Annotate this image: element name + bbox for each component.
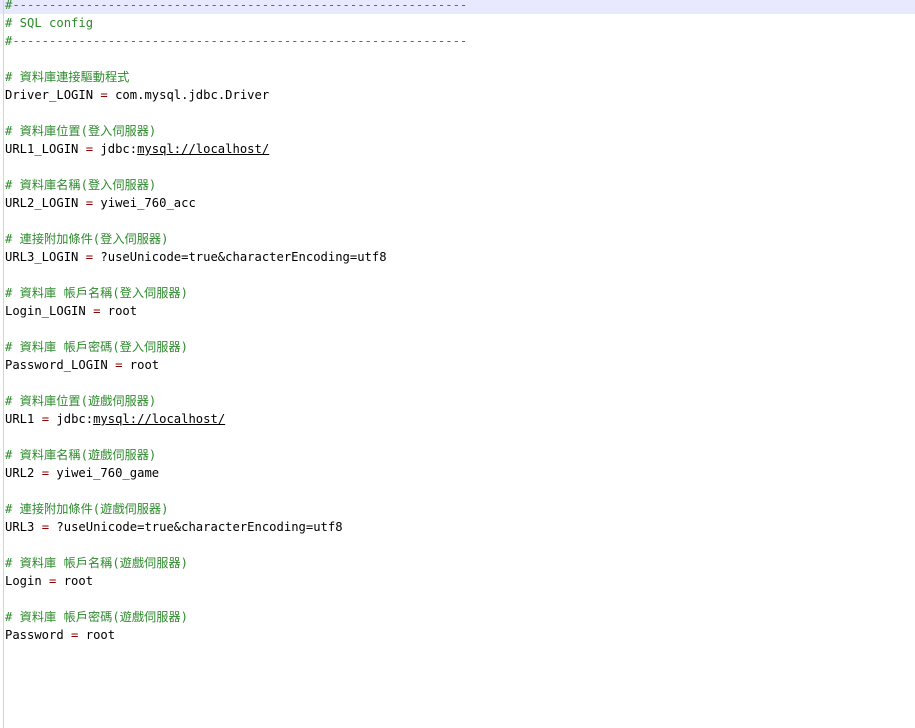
setting-value: root — [107, 304, 138, 318]
assign-operator: = — [49, 574, 57, 588]
setting-value: yiwei_760_acc — [100, 196, 196, 210]
setting-value: root — [63, 574, 94, 588]
setting-comment: # 資料庫連接驅動程式 — [5, 70, 130, 84]
section-title: # SQL config — [5, 16, 94, 30]
url-link[interactable]: mysql://localhost/ — [93, 412, 225, 426]
assign-operator: = — [41, 412, 50, 426]
setting-value: yiwei_760_game — [56, 466, 160, 480]
setting-comment: # 資料庫 帳戶密碼(遊戲伺服器) — [5, 610, 188, 624]
setting-line-password: Password = root — [5, 626, 467, 644]
setting-comment: # 連接附加條件(登入伺服器) — [5, 232, 169, 246]
setting-key: URL3_LOGIN — [5, 250, 79, 264]
setting-key: URL2 — [5, 466, 35, 480]
assign-operator: = — [93, 304, 101, 318]
setting-value-prefix: jdbc: — [100, 142, 138, 156]
setting-comment: # 資料庫 帳戶名稱(遊戲伺服器) — [5, 556, 188, 570]
assign-operator: = — [85, 142, 94, 156]
setting-value: com.mysql.jdbc.Driver — [115, 88, 270, 102]
setting-value: root — [129, 358, 160, 372]
code-area[interactable]: #---------------------------------------… — [5, 0, 467, 644]
assign-operator: = — [71, 628, 79, 642]
setting-comment: # 資料庫 帳戶密碼(登入伺服器) — [5, 340, 188, 354]
setting-comment: # 資料庫位置(遊戲伺服器) — [5, 394, 157, 408]
setting-line-driver-login: Driver_LOGIN = com.mysql.jdbc.Driver — [5, 86, 467, 104]
setting-key: Password_LOGIN — [5, 358, 108, 372]
url-link[interactable]: mysql://localhost/ — [137, 142, 269, 156]
setting-key: Driver_LOGIN — [5, 88, 94, 102]
editor-margin-line — [3, 0, 4, 728]
setting-key: URL3 — [5, 520, 35, 534]
setting-key: URL1 — [5, 412, 35, 426]
setting-value: ?useUnicode=true&characterEncoding=utf8 — [100, 250, 387, 264]
setting-comment: # 連接附加條件(遊戲伺服器) — [5, 502, 169, 516]
setting-key: Password — [5, 628, 64, 642]
setting-line-url1: URL1 = jdbc:mysql://localhost/ — [5, 410, 467, 428]
text-editor[interactable]: #---------------------------------------… — [0, 0, 915, 728]
assign-operator: = — [85, 196, 94, 210]
assign-operator: = — [41, 520, 50, 534]
setting-value: root — [85, 628, 116, 642]
setting-key: Login_LOGIN — [5, 304, 86, 318]
setting-line-login-login: Login_LOGIN = root — [5, 302, 467, 320]
setting-value-prefix: jdbc: — [56, 412, 94, 426]
assign-operator: = — [85, 250, 94, 264]
setting-comment: # 資料庫名稱(遊戲伺服器) — [5, 448, 157, 462]
setting-key: Login — [5, 574, 42, 588]
assign-operator: = — [115, 358, 123, 372]
setting-key: URL1_LOGIN — [5, 142, 79, 156]
comment-rule-top: #---------------------------------------… — [5, 0, 468, 12]
setting-key: URL2_LOGIN — [5, 196, 79, 210]
setting-line-url2-login: URL2_LOGIN = yiwei_760_acc — [5, 194, 467, 212]
assign-operator: = — [100, 88, 108, 102]
setting-line-url2: URL2 = yiwei_760_game — [5, 464, 467, 482]
setting-line-login: Login = root — [5, 572, 467, 590]
assign-operator: = — [41, 466, 50, 480]
setting-comment: # 資料庫位置(登入伺服器) — [5, 124, 157, 138]
setting-line-url1-login: URL1_LOGIN = jdbc:mysql://localhost/ — [5, 140, 467, 158]
setting-comment: # 資料庫 帳戶名稱(登入伺服器) — [5, 286, 188, 300]
setting-line-password-login: Password_LOGIN = root — [5, 356, 467, 374]
setting-line-url3-login: URL3_LOGIN = ?useUnicode=true&characterE… — [5, 248, 467, 266]
setting-value: ?useUnicode=true&characterEncoding=utf8 — [56, 520, 343, 534]
comment-rule-bottom: #---------------------------------------… — [5, 34, 468, 48]
setting-line-url3: URL3 = ?useUnicode=true&characterEncodin… — [5, 518, 467, 536]
setting-comment: # 資料庫名稱(登入伺服器) — [5, 178, 157, 192]
